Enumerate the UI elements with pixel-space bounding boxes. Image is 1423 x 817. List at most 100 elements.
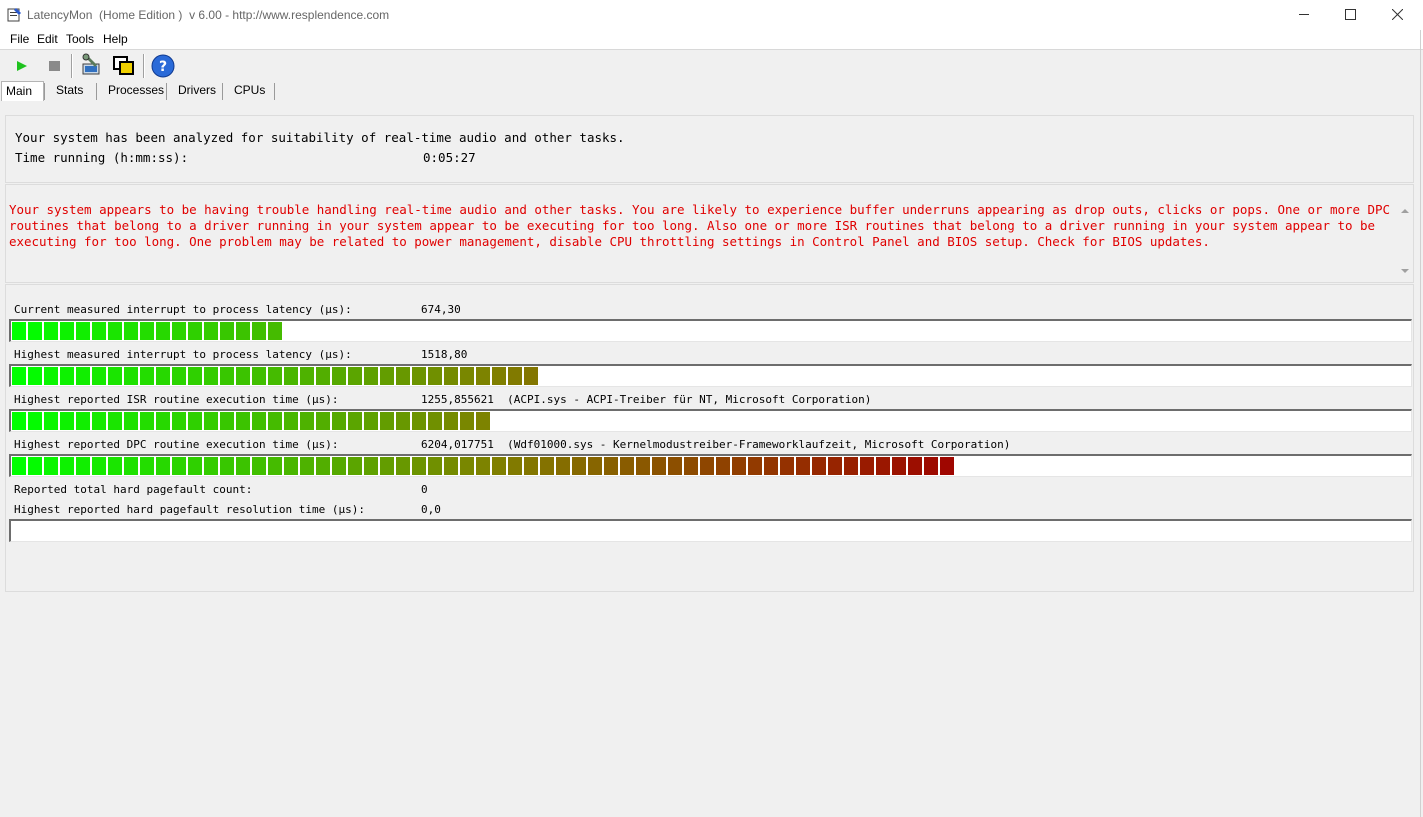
start-button[interactable] bbox=[9, 53, 35, 79]
meter-segment bbox=[108, 412, 122, 430]
stop-button[interactable] bbox=[41, 53, 67, 79]
meter-segment bbox=[908, 457, 922, 475]
meter-segment bbox=[924, 457, 938, 475]
meter-segment bbox=[412, 457, 426, 475]
meter-segment bbox=[316, 457, 330, 475]
meter-segment bbox=[748, 457, 762, 475]
meter-segment bbox=[140, 457, 154, 475]
meter-segment bbox=[172, 322, 186, 340]
meter-segment bbox=[92, 412, 106, 430]
meter-segment bbox=[188, 322, 202, 340]
meter-segment bbox=[188, 412, 202, 430]
meter-segment bbox=[636, 457, 650, 475]
tab-stats[interactable]: Stats bbox=[56, 81, 83, 100]
maximize-icon bbox=[1345, 9, 1356, 20]
meter-segment bbox=[556, 457, 570, 475]
meter-segment bbox=[348, 367, 362, 385]
menu-file[interactable]: File bbox=[10, 32, 29, 46]
meter-segment bbox=[44, 367, 58, 385]
warning-panel: Your system appears to be having trouble… bbox=[5, 184, 1414, 283]
computer-properties-button[interactable] bbox=[79, 53, 105, 79]
tab-processes[interactable]: Processes bbox=[108, 81, 164, 100]
meter-segment bbox=[476, 367, 490, 385]
meter-segment bbox=[236, 322, 250, 340]
meter-segment bbox=[12, 412, 26, 430]
meter-segment bbox=[204, 322, 218, 340]
meter-segment bbox=[396, 412, 410, 430]
menu-help[interactable]: Help bbox=[103, 32, 128, 46]
meter-segment bbox=[268, 322, 282, 340]
meter-segment bbox=[92, 457, 106, 475]
close-button[interactable] bbox=[1374, 0, 1420, 30]
meter-segment bbox=[188, 367, 202, 385]
meter-segment bbox=[76, 367, 90, 385]
meter-segment bbox=[460, 412, 474, 430]
meter-segment bbox=[332, 457, 346, 475]
menu-edit[interactable]: Edit bbox=[37, 32, 58, 46]
title-bar[interactable]: LatencyMon (Home Edition ) v 6.00 - http… bbox=[0, 0, 1423, 30]
meter-segment bbox=[28, 322, 42, 340]
scroll-up-icon[interactable] bbox=[1397, 203, 1413, 219]
meter-segment bbox=[492, 367, 506, 385]
meter-segment bbox=[668, 457, 682, 475]
meter-segment bbox=[588, 457, 602, 475]
highest-isr-bar bbox=[9, 409, 1412, 432]
app-icon bbox=[7, 8, 21, 22]
windows-button[interactable] bbox=[111, 53, 137, 79]
play-icon bbox=[17, 61, 27, 71]
minimize-button[interactable] bbox=[1281, 0, 1327, 30]
highest-dpc-label: Highest reported DPC routine execution t… bbox=[14, 438, 339, 451]
warning-scrollbar[interactable] bbox=[1397, 199, 1413, 281]
meter-segment bbox=[396, 367, 410, 385]
meter-segment bbox=[172, 367, 186, 385]
meter-segment bbox=[460, 367, 474, 385]
maximize-button[interactable] bbox=[1327, 0, 1373, 30]
summary-panel: Your system has been analyzed for suitab… bbox=[5, 115, 1414, 183]
tab-cpus[interactable]: CPUs bbox=[234, 81, 265, 100]
meter-segment bbox=[940, 457, 954, 475]
meter-segment bbox=[268, 457, 282, 475]
meter-segment bbox=[428, 412, 442, 430]
meter-segment bbox=[156, 412, 170, 430]
meter-segment bbox=[172, 412, 186, 430]
meter-segment bbox=[332, 412, 346, 430]
meter-segment bbox=[188, 457, 202, 475]
meter-segment bbox=[316, 367, 330, 385]
meter-segment bbox=[76, 322, 90, 340]
meter-segment bbox=[124, 367, 138, 385]
meter-segment bbox=[348, 412, 362, 430]
meter-segment bbox=[108, 322, 122, 340]
meter-segment bbox=[12, 367, 26, 385]
meter-segment bbox=[732, 457, 746, 475]
tab-drivers[interactable]: Drivers bbox=[178, 81, 216, 100]
pagefault-time-value: 0,0 bbox=[421, 503, 441, 516]
meter-segment bbox=[396, 457, 410, 475]
tab-main[interactable]: Main bbox=[1, 81, 44, 101]
scroll-down-icon[interactable] bbox=[1397, 263, 1413, 279]
meter-segment bbox=[492, 457, 506, 475]
current-latency-bar-fill bbox=[12, 322, 284, 340]
meter-segment bbox=[444, 367, 458, 385]
help-button[interactable]: ? bbox=[150, 53, 176, 79]
menu-bar: File Edit Tools Help bbox=[0, 30, 1423, 50]
meter-segment bbox=[716, 457, 730, 475]
meter-segment bbox=[236, 412, 250, 430]
highest-latency-value: 1518,80 bbox=[421, 348, 468, 361]
meter-segment bbox=[860, 457, 874, 475]
highest-latency-bar bbox=[9, 364, 1412, 387]
meter-segment bbox=[220, 412, 234, 430]
current-latency-value: 674,30 bbox=[421, 303, 461, 316]
meter-segment bbox=[236, 457, 250, 475]
meter-segment bbox=[124, 412, 138, 430]
meter-segment bbox=[172, 457, 186, 475]
stop-icon bbox=[49, 61, 60, 71]
help-icon: ? bbox=[151, 54, 175, 78]
menu-tools[interactable]: Tools bbox=[66, 32, 94, 46]
meter-segment bbox=[764, 457, 778, 475]
pagefault-count-value: 0 bbox=[421, 483, 428, 496]
meter-segment bbox=[316, 412, 330, 430]
meter-segment bbox=[364, 367, 378, 385]
pagefault-time-label: Highest reported hard pagefault resoluti… bbox=[14, 503, 365, 516]
meter-segment bbox=[28, 412, 42, 430]
meter-segment bbox=[156, 457, 170, 475]
